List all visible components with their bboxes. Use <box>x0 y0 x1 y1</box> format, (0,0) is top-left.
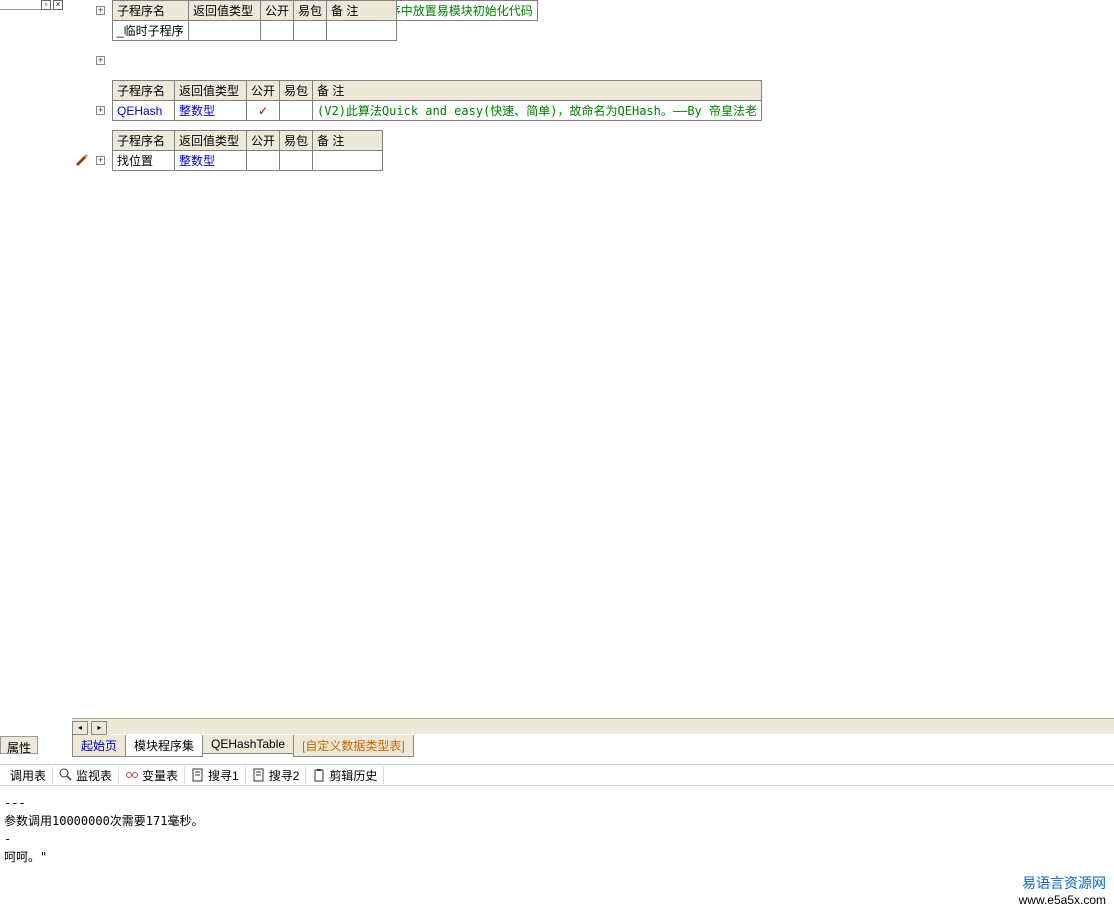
header-pkg: 易包 <box>280 81 313 101</box>
cell-public-checked[interactable]: ✓ <box>247 101 280 121</box>
toolbar-clip-history[interactable]: 剪辑历史 <box>306 766 384 784</box>
sidebar-close-icon[interactable]: × <box>53 0 63 10</box>
expand-button[interactable]: + <box>96 156 105 165</box>
header-pkg: 易包 <box>280 131 313 151</box>
cell-type[interactable]: 整数型 <box>175 151 247 171</box>
cell-pkg[interactable] <box>280 101 313 121</box>
bottom-toolbar: 调用表 监视表 变量表 搜寻1 搜寻2 剪辑历史 <box>0 764 1114 786</box>
toolbar-watch-table[interactable]: 监视表 <box>53 766 119 784</box>
header-remark: 备 注 <box>327 1 397 21</box>
horizontal-scrollbar[interactable]: ◂ ▸ <box>72 718 1114 734</box>
scroll-right-icon[interactable]: ▸ <box>91 721 107 735</box>
watermark-url: www.e5a5x.com <box>1019 893 1106 907</box>
header-public: 公开 <box>247 131 280 151</box>
cell-public[interactable] <box>261 21 294 41</box>
header-pkg: 易包 <box>294 1 327 21</box>
header-type: 返回值类型 <box>175 81 247 101</box>
tab-module-set[interactable]: 模块程序集 <box>125 735 203 757</box>
subroutine-table-2[interactable]: 子程序名 返回值类型 公开 易包 备 注 _临时子程序 <box>112 0 397 41</box>
header-public: 公开 <box>261 1 294 21</box>
cell-remark[interactable] <box>313 151 383 171</box>
output-line: - <box>4 830 1110 848</box>
document-icon <box>252 768 266 782</box>
header-remark: 备 注 <box>313 81 762 101</box>
tab-qehashtable[interactable]: QEHashTable <box>202 735 294 754</box>
toolbar-call-table[interactable]: 调用表 <box>4 766 53 784</box>
glasses-icon <box>125 768 139 782</box>
header-type: 返回值类型 <box>175 131 247 151</box>
subroutine-table-4[interactable]: 子程序名 返回值类型 公开 易包 备 注 找位置 整数型 <box>112 130 383 171</box>
cell-name[interactable]: QEHash <box>113 101 175 121</box>
cell-pkg[interactable] <box>294 21 327 41</box>
toolbar-search2[interactable]: 搜寻2 <box>246 766 307 784</box>
document-tabs: 起始页 模块程序集 QEHashTable [自定义数据类型表] <box>72 735 413 755</box>
watermark-title: 易语言资源网 <box>1019 873 1106 893</box>
header-name: 子程序名 <box>113 1 189 21</box>
header-name: 子程序名 <box>113 131 175 151</box>
cell-remark[interactable]: (V2)此算法Quick and easy(快速、简单)，故命名为QEHash。… <box>313 101 762 121</box>
tab-start-page[interactable]: 起始页 <box>72 735 126 757</box>
output-line: 参数调用10000000次需要171毫秒。 <box>4 812 1110 830</box>
edit-pencil-icon <box>74 152 88 166</box>
output-console[interactable]: --- 参数调用10000000次需要171毫秒。 - 呵呵。" <box>0 788 1114 915</box>
cell-name[interactable]: 找位置 <box>113 151 175 171</box>
header-remark: 备 注 <box>313 131 383 151</box>
cell-type[interactable]: 整数型 <box>175 101 247 121</box>
header-public: 公开 <box>247 81 280 101</box>
subroutine-table-3[interactable]: 子程序名 返回值类型 公开 易包 备 注 QEHash 整数型 ✓ (V2)此算… <box>112 80 762 121</box>
tab-custom-datatype[interactable]: [自定义数据类型表] <box>293 735 414 757</box>
watermark: 易语言资源网 www.e5a5x.com <box>1019 873 1106 907</box>
scroll-left-icon[interactable]: ◂ <box>72 721 88 735</box>
cell-public[interactable] <box>247 151 280 171</box>
document-icon <box>191 768 205 782</box>
cell-name[interactable]: _临时子程序 <box>113 21 189 41</box>
magnifier-icon <box>59 768 73 782</box>
clipboard-icon <box>312 768 326 782</box>
sidebar-dock-icon[interactable]: ▫ <box>41 0 51 10</box>
header-type: 返回值类型 <box>189 1 261 21</box>
editor-gutter <box>63 0 72 718</box>
expand-button[interactable]: + <box>96 6 105 15</box>
output-line: 呵呵。" <box>4 848 1110 866</box>
cell-remark[interactable] <box>327 21 397 41</box>
cell-pkg[interactable] <box>280 151 313 171</box>
sidebar-panel: ▫ × <box>0 0 63 732</box>
properties-panel-label[interactable]: 属性 <box>0 736 38 754</box>
expand-button[interactable]: + <box>96 56 105 65</box>
output-line: --- <box>4 794 1110 812</box>
toolbar-search1[interactable]: 搜寻1 <box>185 766 246 784</box>
cell-type[interactable] <box>189 21 261 41</box>
header-name: 子程序名 <box>113 81 175 101</box>
toolbar-variable-table[interactable]: 变量表 <box>119 766 185 784</box>
expand-button[interactable]: + <box>96 106 105 115</box>
code-editor[interactable]: + _启动子程序 整数型 请在本子程序中放置易模块初始化代码 + 子程序名 返回… <box>72 0 1114 718</box>
